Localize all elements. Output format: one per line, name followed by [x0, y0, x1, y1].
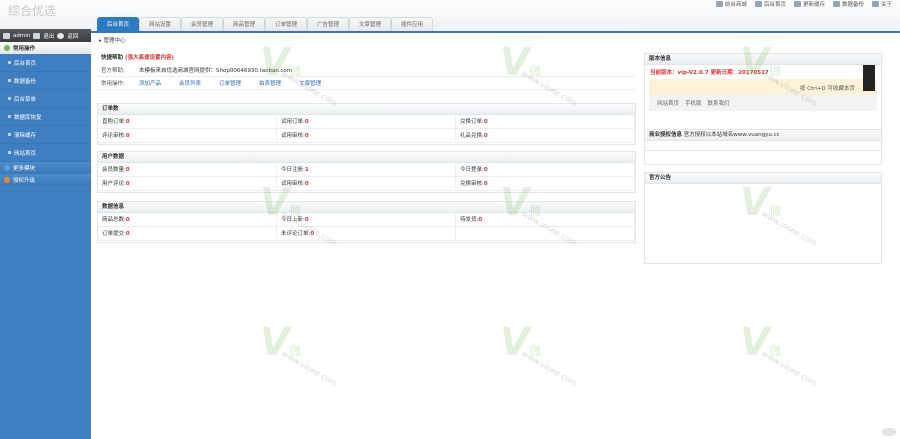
version-tab-home[interactable]: 网站首页 — [657, 99, 679, 107]
toplink-backup[interactable]: 数据备份 — [832, 0, 864, 8]
link-add-product[interactable]: 添加产品 — [139, 79, 161, 87]
stat-cell: 今日注册:1 — [277, 163, 456, 177]
stat-cell: 会员数量:0 — [98, 163, 277, 177]
promo-block — [863, 65, 875, 91]
bookmark-hint: 按 Ctrl+D 可收藏本页 — [799, 86, 855, 92]
tab-settings[interactable]: 网站设置 — [139, 17, 181, 31]
app-logo: 综合优选 — [8, 4, 57, 18]
help-text: 本模板来自优选商城官网提供：Shop00646930.taobao.com — [139, 68, 293, 74]
sidebar-item-site-home[interactable]: 网站首页 — [0, 144, 91, 162]
logout-link[interactable]: 退出 — [43, 32, 54, 40]
tab-home[interactable]: 后台首页 — [97, 17, 139, 31]
database-icon — [832, 1, 840, 7]
stat-cell: 未评论订单:0 — [277, 227, 456, 241]
stat-cell: 今日上新:0 — [277, 213, 456, 227]
menu-group-license[interactable]: 授权升级 — [0, 174, 91, 186]
tab-orders[interactable]: 订单管理 — [265, 17, 307, 31]
top-header: 综合优选 前台商城 后台首页 更新缓存 数据备份 关于 后台首页 网站设置 会员… — [0, 0, 900, 33]
stats-panel: 数据信息 商品总数:0 今日上新:0 待发货:0 订单提交:0 未评论订单:0 — [97, 201, 636, 243]
users-grid: 会员数量:0 今日注册:1 今日登录:0 用户评论:0 试用审核:0 兑换审核:… — [98, 163, 635, 191]
version-tab-contact[interactable]: 联系我们 — [708, 99, 730, 107]
sidebar-item-clear-cache[interactable]: 清除缓存 — [0, 126, 91, 144]
help-row: 官方帮助: 本模板来自优选商城官网提供：Shop00646930.taobao.… — [97, 64, 636, 77]
users-panel: 用户数据 会员数量:0 今日注册:1 今日登录:0 用户评论:0 试用审核:0 … — [97, 151, 636, 193]
stats-title: 数据信息 — [98, 202, 635, 213]
orders-title: 订单数 — [98, 104, 635, 115]
upgrade-icon — [4, 177, 10, 183]
orders-grid: 直购订单:0 试用订单:0 兑换订单:0 评论审核:0 试用审核:0 礼品兑换:… — [98, 115, 635, 143]
stat-cell: 试用订单:0 — [277, 115, 456, 129]
orders-panel: 订单数 直购订单:0 试用订单:0 兑换订单:0 评论审核:0 试用审核:0 礼… — [97, 103, 636, 145]
quick-help-title: 快捷帮助 (强大高速设置内容) — [101, 55, 174, 61]
breadcrumb: 管理中心 — [99, 36, 126, 44]
stat-cell: 试用审核:0 — [277, 177, 456, 191]
bookmark-notice: 按 Ctrl+D 可收藏本页 — [649, 65, 877, 95]
stat-cell: 今日登录:0 — [456, 163, 635, 177]
link-auction-manage[interactable]: 拍卖管理 — [259, 79, 281, 87]
toplink-cache[interactable]: 更新缓存 — [793, 0, 825, 8]
back-icon — [57, 32, 65, 39]
stats-grid: 商品总数:0 今日上新:0 待发货:0 订单提交:0 未评论订单:0 — [98, 213, 635, 241]
sidebar-item-home[interactable]: 后台首页 — [0, 54, 91, 72]
scroll-top-button[interactable] — [882, 428, 896, 436]
return-link[interactable]: 返回 — [67, 32, 78, 40]
version-title: 版本信息 — [645, 54, 881, 65]
info-icon — [871, 1, 879, 7]
stat-cell: 兑换审核:0 — [456, 177, 635, 191]
sidebar-item-menu[interactable]: 后台菜单 — [0, 90, 91, 108]
modules-icon — [4, 165, 10, 171]
toplink-about[interactable]: 关于 — [871, 0, 892, 8]
toplink-home[interactable]: 后台首页 — [754, 0, 786, 8]
menu-group-more[interactable]: 更多模块 — [0, 162, 91, 174]
store-icon — [715, 1, 723, 7]
sidebar: admin 退出 返回 常用操作 后台首页 数据备份 后台菜单 数据库恢复 清除… — [0, 29, 91, 439]
tab-ads[interactable]: 广告管理 — [307, 17, 349, 31]
stat-cell: 商品总数:0 — [98, 213, 277, 227]
stat-cell: 用户评论:0 — [98, 177, 277, 191]
menu-group-common[interactable]: 常用操作 — [0, 42, 91, 54]
tab-products[interactable]: 商品管理 — [223, 17, 265, 31]
announce-title: 官方公告 — [645, 173, 881, 184]
stat-cell: 兑换订单:0 — [456, 115, 635, 129]
home-icon — [754, 1, 762, 7]
main-content: 管理中心 快捷帮助 (强大高速设置内容) 官方帮助: 本模板来自优选商城官网提供… — [91, 33, 900, 439]
toplink-front[interactable]: 前台商城 — [715, 0, 747, 8]
announce-panel: 官方公告 — [644, 172, 882, 264]
users-title: 用户数据 — [98, 152, 635, 163]
version-current: 当前版本：vip-V2.0.7 更新日期：20170517 — [650, 70, 769, 76]
sidebar-item-backup[interactable]: 数据备份 — [0, 72, 91, 90]
tab-articles[interactable]: 文章管理 — [349, 17, 391, 31]
username: admin — [13, 32, 31, 39]
link-member-list[interactable]: 会员列表 — [179, 79, 201, 87]
stat-cell: 评论审核:0 — [98, 129, 277, 143]
license-title: 商业授权信息 官方授权以本站域名www.vuangyu.cc — [645, 130, 881, 141]
stat-cell — [456, 227, 635, 241]
refresh-icon — [793, 1, 801, 7]
link-article-manage[interactable]: 文章管理 — [299, 79, 321, 87]
version-tabs: 网站首页 手机版 联系我们 — [649, 95, 877, 111]
tab-plugins[interactable]: 插件应用 — [391, 17, 433, 31]
quick-help-panel: 快捷帮助 (强大高速设置内容) 官方帮助: 本模板来自优选商城官网提供：Shop… — [97, 53, 636, 101]
monitor-icon — [3, 32, 10, 39]
common-ops-row: 常用操作: 添加产品 会员列表 订单管理 拍卖管理 文章管理 — [97, 77, 636, 90]
top-links: 前台商城 后台首页 更新缓存 数据备份 关于 — [715, 0, 892, 8]
stat-cell: 订单提交:0 — [98, 227, 277, 241]
sidebar-item-restore[interactable]: 数据库恢复 — [0, 108, 91, 126]
tools-icon — [33, 32, 41, 39]
group-icon — [4, 45, 10, 51]
version-tab-mobile[interactable]: 手机版 — [685, 99, 702, 107]
main-tabs: 后台首页 网站设置 会员管理 商品管理 订单管理 广告管理 文章管理 插件应用 — [97, 17, 433, 31]
stat-cell: 待发货:0 — [456, 213, 635, 227]
stat-cell: 试用审核:0 — [277, 129, 456, 143]
license-panel: 商业授权信息 官方授权以本站域名www.vuangyu.cc — [644, 129, 882, 165]
user-bar: admin 退出 返回 — [0, 29, 91, 42]
link-order-manage[interactable]: 订单管理 — [219, 79, 241, 87]
tab-members[interactable]: 会员管理 — [181, 17, 223, 31]
stat-cell: 直购订单:0 — [98, 115, 277, 129]
stat-cell: 礼品兑换:0 — [456, 129, 635, 143]
